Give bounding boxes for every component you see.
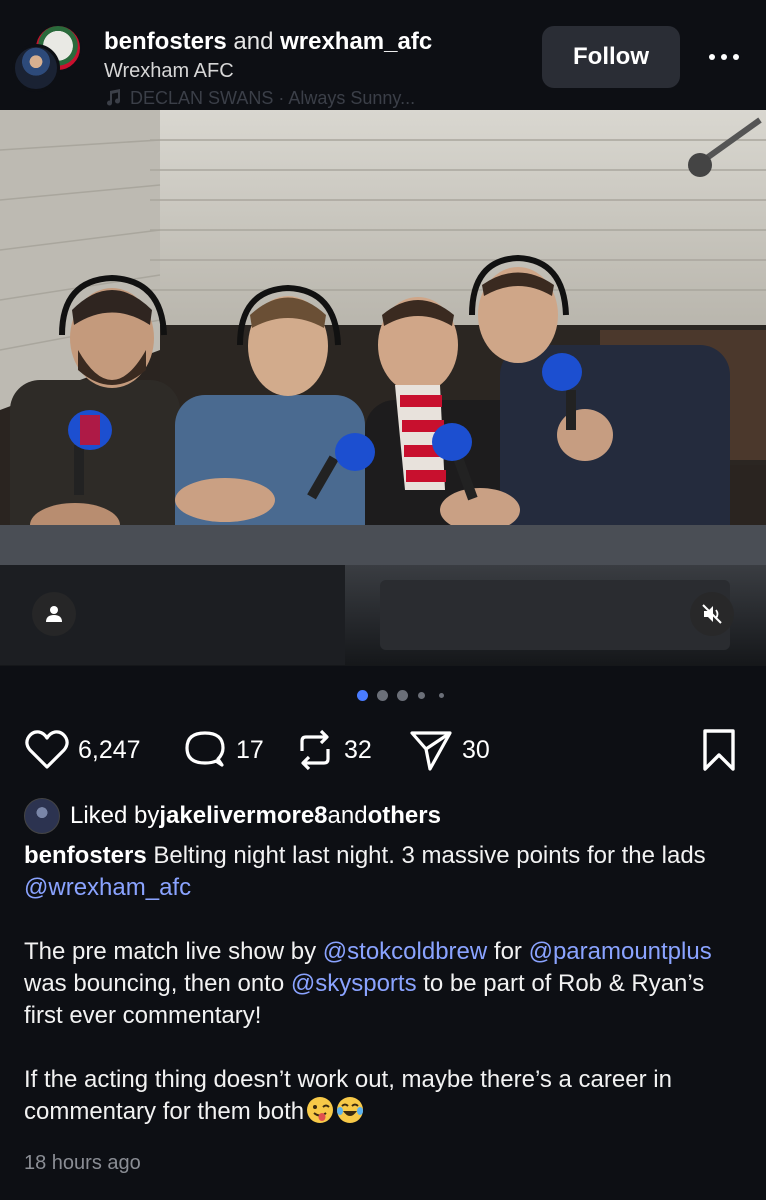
music-track-label: DECLAN SWANS · Always Sunny... bbox=[130, 88, 416, 108]
more-dot bbox=[721, 54, 727, 60]
caption-paragraph-2: The pre match live show by @stokcoldbrew… bbox=[24, 936, 746, 1032]
action-bar: 6,247 17 32 30 bbox=[0, 724, 766, 776]
more-dot bbox=[733, 54, 739, 60]
carousel-dot-active bbox=[357, 690, 368, 701]
avatar-stack[interactable] bbox=[12, 24, 82, 92]
post-photo[interactable] bbox=[0, 110, 766, 666]
benfosters-avatar[interactable] bbox=[12, 44, 60, 92]
tagged-users-button[interactable] bbox=[32, 592, 76, 636]
repost-icon bbox=[300, 729, 330, 771]
like-button[interactable]: 6,247 bbox=[24, 724, 141, 776]
liked-by-prefix: Liked by bbox=[70, 802, 160, 829]
authors-joiner: and bbox=[226, 28, 281, 55]
post-authors: benfosters and wrexham_afc bbox=[104, 28, 432, 56]
share-button[interactable]: 30 bbox=[408, 724, 490, 776]
caption-author[interactable]: benfosters bbox=[24, 842, 147, 869]
post-timestamp: 18 hours ago bbox=[24, 1152, 141, 1174]
send-icon bbox=[410, 731, 452, 771]
post-header: benfosters and wrexham_afc Wrexham AFC D… bbox=[0, 0, 766, 110]
bookmark-icon bbox=[703, 729, 735, 771]
share-count[interactable]: 30 bbox=[462, 736, 490, 765]
caption-paragraph-3: If the acting thing doesn’t work out, ma… bbox=[24, 1064, 746, 1128]
more-horizontal-icon bbox=[709, 54, 715, 60]
follow-button[interactable]: Follow bbox=[542, 26, 680, 88]
bookmark-button[interactable] bbox=[700, 724, 738, 776]
mention-skysports[interactable]: @skysports bbox=[291, 970, 417, 997]
carousel-dot bbox=[439, 693, 444, 698]
photo-illustration bbox=[0, 110, 766, 666]
mention-paramountplus[interactable]: @paramountplus bbox=[529, 938, 712, 965]
mention-stokcoldbrew[interactable]: @stokcoldbrew bbox=[323, 938, 487, 965]
caption-text-2a: The pre match live show by bbox=[24, 938, 323, 965]
liker-avatar[interactable] bbox=[24, 798, 60, 834]
liked-by-joiner: and bbox=[327, 802, 368, 829]
repost-button[interactable]: 32 bbox=[294, 724, 372, 776]
like-count[interactable]: 6,247 bbox=[78, 736, 141, 765]
caption-text-1: Belting night last night. 3 massive poin… bbox=[146, 842, 706, 869]
liker-username[interactable]: jakelivermore8 bbox=[159, 802, 327, 830]
post-location[interactable]: Wrexham AFC bbox=[104, 60, 234, 83]
winking-tongue-emoji-icon bbox=[307, 1097, 334, 1123]
tears-of-joy-emoji-icon bbox=[337, 1097, 364, 1123]
heart-icon bbox=[25, 730, 69, 769]
caption-paragraph-1: benfosters Belting night last night. 3 m… bbox=[24, 840, 746, 904]
comment-icon bbox=[185, 731, 225, 767]
music-note-icon bbox=[107, 89, 121, 106]
carousel-dot bbox=[418, 692, 425, 699]
comment-button[interactable]: 17 bbox=[182, 724, 264, 776]
music-track[interactable]: DECLAN SWANS · Always Sunny... bbox=[104, 88, 415, 109]
post-caption: benfosters Belting night last night. 3 m… bbox=[24, 840, 746, 1160]
repost-count[interactable]: 32 bbox=[344, 736, 372, 765]
caption-text-2b: for bbox=[487, 938, 529, 965]
caption-text-2c: was bouncing, then onto bbox=[24, 970, 291, 997]
more-options-button[interactable] bbox=[702, 42, 746, 72]
carousel-dot bbox=[377, 690, 388, 701]
person-icon bbox=[46, 606, 62, 622]
mention-wrexham[interactable]: @wrexham_afc bbox=[24, 874, 191, 901]
carousel-indicator bbox=[0, 690, 766, 702]
mute-toggle-button[interactable] bbox=[690, 592, 734, 636]
liked-by[interactable]: Liked by jakelivermore8 and others bbox=[24, 798, 441, 834]
carousel-dot bbox=[397, 690, 408, 701]
liked-by-others[interactable]: others bbox=[368, 802, 441, 830]
author-username[interactable]: benfosters bbox=[104, 28, 227, 55]
coauthor-username[interactable]: wrexham_afc bbox=[280, 28, 432, 55]
comment-count[interactable]: 17 bbox=[236, 736, 264, 765]
speaker-muted-icon bbox=[702, 604, 722, 624]
